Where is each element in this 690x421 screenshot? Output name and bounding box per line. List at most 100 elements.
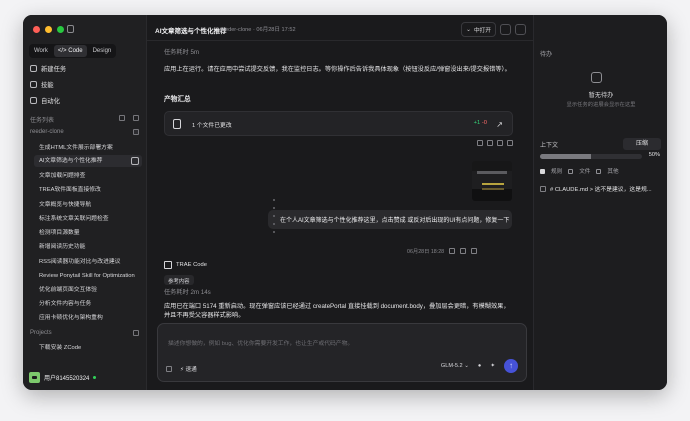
copy-icon[interactable] — [497, 140, 503, 146]
sidebar-item-new-task[interactable]: 新建任务 — [30, 64, 66, 73]
page-title: AI文章筛选与个性化推荐 — [155, 28, 227, 35]
add-project-icon[interactable] — [133, 330, 139, 336]
rule-item[interactable]: # CLAUDE.md > 这不是建议，这是规... — [540, 184, 652, 193]
main-header: AI文章筛选与个性化推荐 reeder-clone · 06月28日 17:52… — [147, 15, 533, 41]
file-icon — [173, 119, 181, 129]
sidebar-toggle-icon[interactable] — [67, 25, 74, 33]
mode-selector[interactable]: ⚡ 速通 — [180, 365, 197, 373]
window-controls — [33, 26, 64, 33]
task-item[interactable]: 文章概览与快捷导航 — [39, 199, 142, 211]
message-composer[interactable]: 描述你想做的，例如 bug、优化你需要开发工作，也让生产或代码产物。 ⚡ 速通 … — [157, 323, 527, 382]
mic-icon[interactable]: ● — [478, 363, 481, 369]
changed-files-card[interactable]: 1 个文件已更改 +1 -0 ↗ — [164, 111, 513, 136]
breadcrumb: reeder-clone · 06月28日 17:52 — [220, 27, 296, 33]
reference-label: 参考内容 — [168, 279, 190, 285]
settings-icon[interactable] — [133, 115, 139, 121]
sidebar-item-automation[interactable]: 自动化 — [30, 96, 60, 105]
send-button[interactable]: ↑ — [504, 359, 518, 373]
files-checkbox-icon[interactable] — [568, 168, 574, 174]
task-item[interactable]: TREA软件面板直接修改 — [39, 184, 142, 196]
screenshot-thumbnail[interactable] — [472, 161, 512, 201]
app-window: Work </> Code Design 新建任务 技能 自动化 任务列表 re… — [23, 15, 667, 390]
task-item[interactable]: 下载安装 ZCode — [39, 342, 142, 354]
sidebar: Work </> Code Design 新建任务 技能 自动化 任务列表 re… — [23, 15, 147, 390]
scroll-dot — [273, 231, 275, 233]
thumbs-up-icon[interactable] — [477, 140, 483, 146]
task-item[interactable]: 应用卡顿优化与架构重构 — [39, 312, 142, 324]
sidebar-item-label: 自动化 — [41, 98, 60, 105]
agent-header: TRAE Code — [164, 261, 207, 269]
edit-message-icon[interactable] — [460, 248, 467, 254]
task-item[interactable]: RSS阅读器功能对比与改进建议 — [39, 256, 142, 268]
open-in-ide-button[interactable]: ⌄ 中打开 — [461, 22, 496, 37]
open-label: 中打开 — [473, 28, 491, 34]
compress-button[interactable]: 压缩 — [623, 138, 661, 150]
task-item[interactable]: 新增阅读历史功能 — [39, 241, 142, 253]
expand-icon[interactable] — [119, 115, 125, 121]
status-message: 应用上在运行。请在应用中尝试提交反馈，我在监控日志。等你操作后告诉我具体现象（按… — [164, 66, 511, 73]
maximize-window-button[interactable] — [57, 26, 64, 33]
tab-files[interactable]: 文件 — [579, 167, 590, 175]
added-lines: +1 — [473, 120, 481, 126]
tab-code[interactable]: </> Code — [53, 45, 87, 57]
task-item[interactable]: 文章加载问题排查 — [39, 170, 142, 182]
message-scroll-indicator — [273, 199, 275, 233]
online-status-icon — [93, 376, 97, 379]
composer-right-actions: GLM-5.2 ⌄ ● ✦ ↑ — [441, 359, 518, 373]
chevron-down-icon: ⌄ — [466, 26, 471, 33]
other-checkbox-icon[interactable] — [596, 168, 602, 174]
feedback-actions — [477, 140, 513, 146]
tab-work[interactable]: Work — [30, 45, 52, 57]
task-item[interactable]: 优化前端页面交互体验 — [39, 284, 142, 296]
composer-input[interactable]: 描述你想做的，例如 bug、优化你需要开发工作，也让生产或代码产物。 — [168, 338, 353, 347]
sidebar-item-skill[interactable]: 技能 — [30, 80, 54, 89]
add-task-icon[interactable] — [133, 129, 139, 135]
artifact-title: 产物汇总 — [164, 96, 191, 103]
task-list-label: 任务列表 — [30, 118, 55, 124]
progress-percent: 50% — [648, 152, 660, 158]
layout-icon[interactable] — [500, 24, 511, 35]
user-message: 在个人AI文章筛选与个性化推荐这里，点击赞成 或反对后出现的UI有点问题，修复一… — [280, 218, 510, 224]
close-window-button[interactable] — [33, 26, 40, 33]
user-message-bubble: 在个人AI文章筛选与个性化推荐这里，点击赞成 或反对后出现的UI有点问题，修复一… — [268, 210, 512, 229]
tab-other[interactable]: 其他 — [607, 167, 618, 175]
more-icon[interactable] — [131, 157, 139, 165]
reference-chip[interactable]: 参考内容 — [164, 275, 194, 285]
empty-title: 暂无待办 — [588, 92, 614, 99]
scroll-dot — [273, 199, 275, 201]
minimize-window-button[interactable] — [45, 26, 52, 33]
scroll-dot — [273, 223, 275, 225]
task-item[interactable]: 生成HTML文件展示部署方案 — [39, 142, 142, 154]
task-item[interactable]: 检测项目源数量 — [39, 227, 142, 239]
new-task-icon — [30, 65, 37, 72]
diff-stats: +1 -0 — [474, 120, 487, 126]
thumbs-down-icon[interactable] — [487, 140, 493, 146]
attach-icon[interactable] — [166, 366, 172, 372]
panel-icon[interactable] — [515, 24, 526, 35]
open-arrow-icon[interactable]: ↗ — [496, 120, 503, 129]
sparkle-icon[interactable]: ✦ — [490, 363, 495, 369]
tab-rules[interactable]: 规则 — [551, 167, 562, 175]
task-time: 任务耗时 2m 14s — [164, 289, 211, 296]
scroll-dot — [273, 215, 275, 217]
task-item-active[interactable]: AI文章筛选与个性化推荐 — [34, 155, 142, 167]
task-item[interactable]: Review Ponytail Skill for Optimization — [39, 270, 142, 282]
retry-message-icon[interactable] — [471, 248, 478, 254]
avatar — [29, 372, 40, 383]
model-selector[interactable]: GLM-5.2 ⌄ — [441, 363, 469, 369]
task-item[interactable]: 分析文件内容与任务 — [39, 298, 142, 310]
rules-checkbox-icon[interactable] — [540, 168, 545, 174]
context-progress-fill — [540, 154, 591, 159]
copy-message-icon[interactable] — [449, 248, 456, 254]
user-profile[interactable]: 用户8145520324 — [29, 372, 97, 383]
header-actions: ⌄ 中打开 — [461, 22, 526, 37]
right-panel: 待办 暂无待办 显示任务的进展会显示在这里 上下文 压缩 50% 规则 文件 其… — [533, 15, 667, 390]
tab-design[interactable]: Design — [89, 45, 116, 57]
sidebar-item-label: 新建任务 — [41, 66, 67, 73]
message-meta: 06月28日 18:28 — [407, 247, 478, 255]
main-panel: AI文章筛选与个性化推荐 reeder-clone · 06月28日 17:52… — [147, 15, 533, 390]
task-item[interactable]: 标注系统文章关联问题检查 — [39, 213, 142, 225]
share-icon[interactable] — [507, 140, 513, 146]
file-summary: 1 个文件已更改 — [192, 123, 232, 129]
composer-left-actions: ⚡ 速通 — [166, 365, 197, 373]
